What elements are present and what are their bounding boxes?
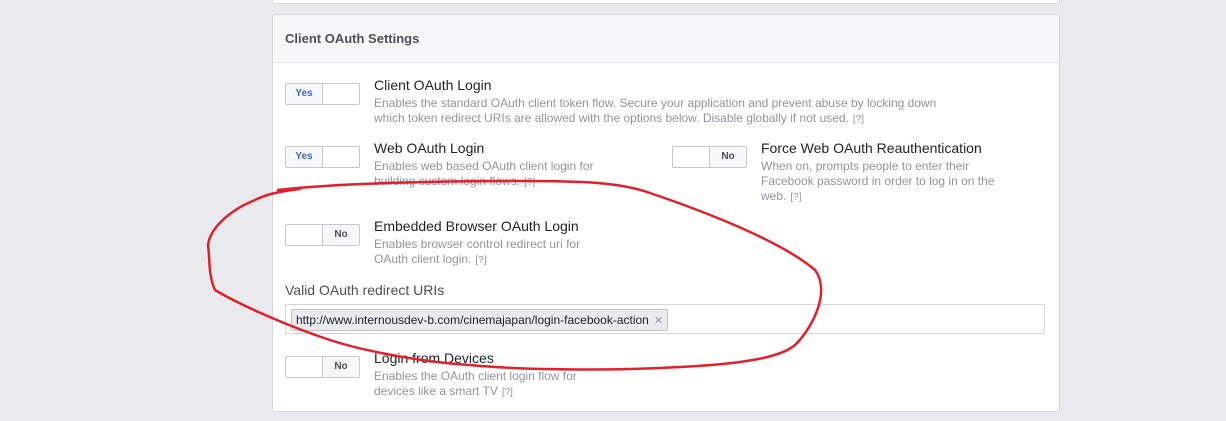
embedded-browser-oauth-toggle[interactable]: No	[285, 224, 360, 246]
client-oauth-login-title: Client OAuth Login	[374, 77, 492, 93]
panel-header: Client OAuth Settings	[273, 15, 1059, 63]
embedded-browser-oauth-desc-line1: Enables browser control redirect uri for	[374, 237, 581, 251]
web-oauth-login-toggle[interactable]: Yes	[285, 146, 360, 168]
client-oauth-settings-panel: Client OAuth Settings Yes Client OAuth L…	[272, 14, 1060, 412]
login-from-devices-title: Login from Devices	[374, 350, 494, 366]
toggle-state-label: Yes	[286, 84, 323, 104]
previous-card	[272, 0, 1060, 4]
web-oauth-login-desc-line2: building custom login flows. [?]	[374, 174, 536, 188]
help-link[interactable]: [?]	[853, 114, 864, 125]
redirect-uris-label: Valid OAuth redirect URIs	[285, 282, 445, 298]
web-oauth-login-title: Web OAuth Login	[374, 140, 485, 156]
redirect-uri-tag: http://www.internousdev-b.com/cinemajapa…	[291, 309, 669, 331]
toggle-state-label: Yes	[286, 147, 323, 167]
toggle-state-label: No	[322, 225, 359, 245]
embedded-browser-oauth-desc-line2: OAuth client login. [?]	[374, 252, 487, 266]
login-from-devices-desc-line1: Enables the OAuth client login flow for	[374, 369, 577, 383]
client-oauth-login-desc-line1: Enables the standard OAuth client token …	[374, 96, 937, 110]
panel-title: Client OAuth Settings	[285, 31, 420, 46]
force-web-reauth-desc-line2: Facebook password in order to log in on …	[761, 174, 995, 188]
client-oauth-login-toggle[interactable]: Yes	[285, 83, 360, 105]
toggle-state-label: No	[709, 147, 746, 167]
help-link[interactable]: [?]	[524, 177, 535, 188]
web-oauth-login-desc-line1: Enables web based OAuth client login for	[374, 159, 594, 173]
remove-uri-icon[interactable]: ✕	[654, 315, 663, 327]
force-web-reauth-desc-line3: web. [?]	[761, 189, 802, 203]
redirect-uris-input[interactable]: http://www.internousdev-b.com/cinemajapa…	[285, 304, 1045, 334]
embedded-browser-oauth-title: Embedded Browser OAuth Login	[374, 218, 579, 234]
force-web-reauth-desc-line1: When on, prompts people to enter their	[761, 159, 970, 173]
login-from-devices-toggle[interactable]: No	[285, 356, 360, 378]
client-oauth-login-desc-line2: which token redirect URIs are allowed wi…	[374, 111, 865, 125]
force-web-reauth-title: Force Web OAuth Reauthentication	[761, 140, 982, 156]
help-link[interactable]: [?]	[502, 387, 513, 398]
force-web-reauth-toggle[interactable]: No	[672, 146, 747, 168]
login-from-devices-desc-line2: devices like a smart TV [?]	[374, 384, 513, 398]
toggle-state-label: No	[322, 357, 359, 377]
help-link[interactable]: [?]	[790, 192, 801, 203]
help-link[interactable]: [?]	[475, 255, 486, 266]
